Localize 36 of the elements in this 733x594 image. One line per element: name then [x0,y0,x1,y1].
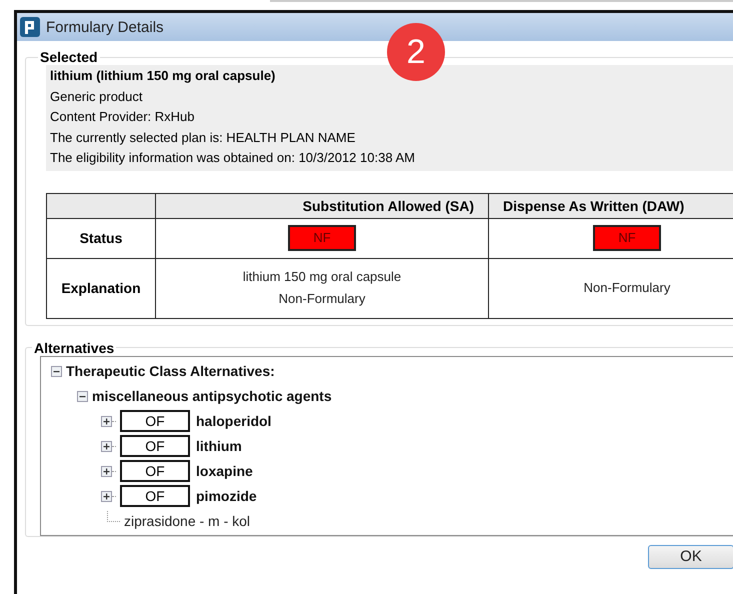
tree-item[interactable]: loxapine [196,463,253,479]
tree-item[interactable]: lithium [196,438,242,454]
tree-item[interactable]: ziprasidone - m - kol [124,513,250,529]
collapse-icon[interactable] [77,390,88,402]
table-cell-text: Non-Formulary [278,290,366,308]
group-legend: Selected [38,49,100,65]
row-header: Explanation [46,258,156,318]
expand-icon[interactable] [101,490,112,502]
status-badge: OF [120,435,190,457]
tree-item[interactable]: miscellaneous antipsychotic agents [92,388,332,404]
group-legend: Alternatives [32,340,116,356]
status-badge: OF [120,485,190,507]
tree-item[interactable]: Therapeutic Class Alternatives: [66,363,275,379]
ok-button[interactable]: OK [648,544,733,568]
table-cell-text: Non-Formulary [582,279,672,297]
status-badge: NF [593,225,661,251]
status-badge: OF [120,410,190,432]
column-header: Dispense As Written (DAW) [488,193,733,218]
expand-icon[interactable] [101,466,112,476]
row-header: Status [46,218,156,258]
drug-name: lithium (lithium 150 mg oral capsule) [50,67,276,85]
status-badge: NF [288,225,356,251]
info-line: Generic product [50,88,144,106]
app-logo-icon [20,17,40,37]
info-line: The currently selected plan is: HEALTH PLAN NAME [50,128,356,147]
window-title: Formulary Details [46,18,164,36]
info-line: Content Provider: RxHub [50,108,196,126]
column-header: Substitution Allowed (SA) [156,193,488,218]
expand-icon[interactable] [101,440,112,452]
table-cell-text: lithium 150 mg oral capsule [242,268,402,286]
tree-item[interactable]: haloperidol [196,413,272,429]
status-badge: OF [120,460,190,482]
info-line: The eligibility information was obtained on: 10/3/2012 10:38 AM [50,149,416,167]
collapse-icon[interactable] [51,366,62,376]
tree-item[interactable]: pimozide [196,488,257,504]
expand-icon[interactable] [101,416,112,426]
